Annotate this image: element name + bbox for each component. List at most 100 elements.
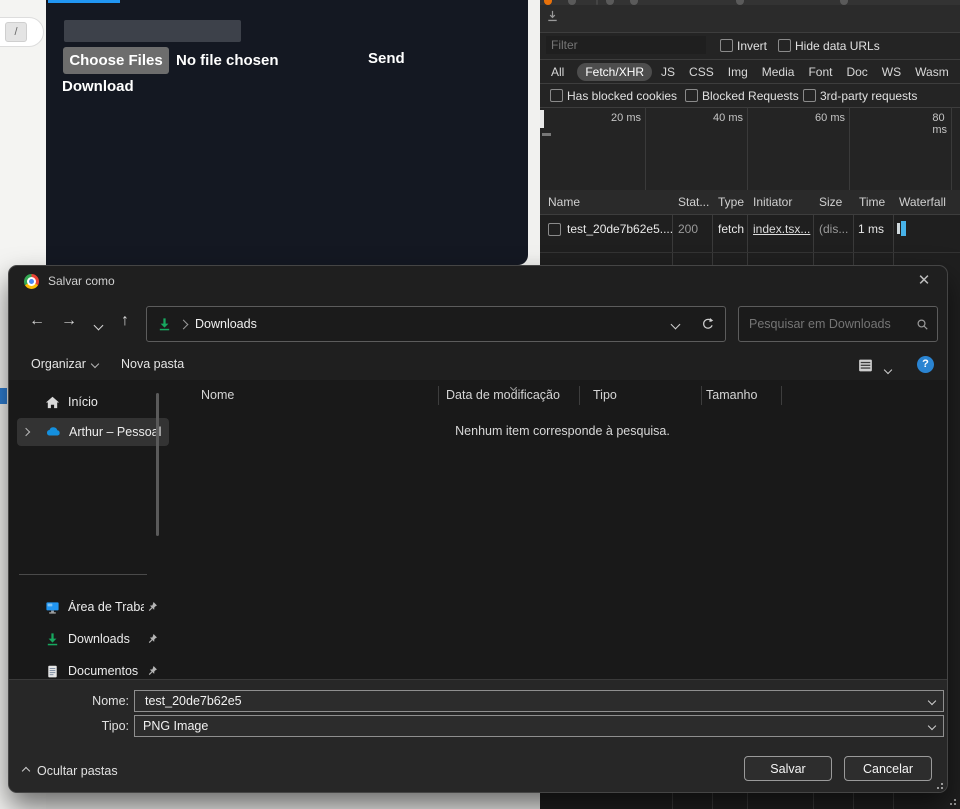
view-details-icon[interactable]: [857, 357, 874, 374]
tab-ws[interactable]: WS: [877, 63, 906, 81]
tab-css[interactable]: CSS: [684, 63, 719, 81]
dialog-title: Salvar como: [48, 274, 115, 288]
name-dropdown-icon[interactable]: [928, 697, 936, 705]
breadcrumb[interactable]: Downloads: [195, 317, 257, 331]
waterfall-wait-bar: [897, 223, 900, 234]
file-name-field[interactable]: [134, 690, 944, 712]
tab-all[interactable]: All: [546, 63, 569, 81]
new-folder-button[interactable]: Nova pasta: [121, 357, 184, 371]
file-type-value: PNG Image: [143, 719, 923, 733]
screen: / Choose Files No file chosen Send Downl…: [0, 0, 960, 809]
recent-locations-icon[interactable]: [95, 316, 102, 334]
send-button[interactable]: Send: [368, 50, 405, 67]
column-tamanho[interactable]: Tamanho: [706, 388, 757, 402]
tab-wasm[interactable]: Wasm: [910, 63, 954, 81]
blocked-requests-checkbox[interactable]: [685, 89, 698, 103]
file-name-input[interactable]: [143, 693, 923, 709]
file-type-select[interactable]: PNG Image: [134, 715, 944, 737]
header-size[interactable]: Size: [819, 195, 842, 209]
request-name[interactable]: test_20de7b62e5....: [567, 222, 673, 236]
sidebar-item-downloads[interactable]: Downloads: [17, 625, 169, 653]
timeline-scroll-thumb[interactable]: [540, 110, 544, 128]
request-type: fetch: [718, 222, 744, 236]
sidebar-divider: [19, 574, 147, 575]
onedrive-cloud-icon: [45, 424, 61, 440]
has-blocked-cookies-label: Has blocked cookies: [567, 89, 677, 103]
network-filter-input[interactable]: [546, 36, 706, 54]
request-checkbox[interactable]: [548, 223, 561, 237]
header-name[interactable]: Name: [548, 195, 580, 209]
timeline-tick-60ms: 60 ms: [815, 112, 849, 124]
back-button[interactable]: ←: [29, 312, 45, 330]
slash-key-badge: /: [5, 22, 27, 42]
type-dropdown-icon[interactable]: [928, 722, 936, 730]
refresh-icon[interactable]: [701, 317, 715, 331]
header-status[interactable]: Stat...: [678, 195, 709, 209]
column-tipo[interactable]: Tipo: [593, 388, 617, 402]
choose-files-button[interactable]: Choose Files: [63, 47, 169, 74]
hide-data-urls-checkbox[interactable]: [778, 39, 791, 53]
sidebar-item-onedrive[interactable]: Arthur – Pessoal: [17, 418, 169, 446]
view-dropdown-icon[interactable]: [885, 362, 891, 376]
column-data-modificacao[interactable]: Data de modificação: [446, 388, 560, 402]
column-divider[interactable]: [701, 386, 702, 405]
address-dropdown-icon[interactable]: [671, 319, 681, 329]
tab-fetch-xhr[interactable]: Fetch/XHR: [577, 63, 652, 81]
page-text-input[interactable]: [64, 20, 241, 42]
timeline-tick-20ms: 20 ms: [611, 112, 645, 124]
organize-menu-button[interactable]: Organizar: [31, 357, 98, 371]
cancel-button[interactable]: Cancelar: [844, 756, 932, 781]
chrome-icon: [24, 274, 39, 289]
header-type[interactable]: Type: [718, 195, 744, 209]
devtools-secondary-toolbar: [540, 5, 960, 33]
request-time: 1 ms: [858, 222, 884, 236]
network-timeline[interactable]: 20 ms 40 ms 60 ms 80 ms: [540, 107, 960, 191]
timeline-tick-80ms: 80 ms: [932, 112, 951, 136]
close-icon[interactable]: ✕: [913, 270, 935, 292]
address-bar[interactable]: Downloads: [146, 306, 726, 342]
tab-img[interactable]: Img: [723, 63, 753, 81]
third-party-checkbox[interactable]: [803, 89, 816, 103]
search-box[interactable]: [738, 306, 938, 342]
column-divider[interactable]: [438, 386, 439, 405]
expand-chevron-icon[interactable]: [22, 428, 30, 436]
column-divider[interactable]: [781, 386, 782, 405]
pin-icon: [147, 633, 158, 644]
dialog-resize-grip[interactable]: [933, 779, 943, 789]
request-row[interactable]: test_20de7b62e5.... 200 fetch index.tsx.…: [540, 214, 960, 253]
invert-checkbox[interactable]: [720, 39, 733, 53]
request-initiator-link[interactable]: index.tsx...: [753, 222, 810, 236]
up-button[interactable]: ↑: [121, 312, 129, 330]
download-link[interactable]: Download: [62, 78, 134, 95]
forward-button[interactable]: →: [61, 312, 77, 330]
dialog-body: Início Arthur – Pessoal Área de Trabalho: [9, 380, 947, 683]
devtools-resize-grip[interactable]: [946, 795, 956, 805]
tab-js[interactable]: JS: [656, 63, 680, 81]
column-nome[interactable]: Nome: [201, 388, 234, 402]
import-har-icon[interactable]: [545, 9, 560, 24]
search-shortcut-pill[interactable]: /: [0, 17, 44, 47]
timeline-gridline: [849, 107, 850, 190]
has-blocked-cookies-checkbox[interactable]: [550, 89, 563, 103]
network-type-filters: All Fetch/XHR JS CSS Img Media Font Doc …: [540, 60, 960, 84]
header-initiator[interactable]: Initiator: [753, 195, 792, 209]
sidebar-item-desktop[interactable]: Área de Trabalho: [17, 593, 169, 621]
downloads-folder-icon: [157, 317, 172, 332]
search-input[interactable]: [747, 316, 916, 332]
empty-results-message: Nenhum item corresponde à pesquisa.: [178, 424, 947, 438]
sidebar-item-home[interactable]: Início: [17, 388, 169, 416]
tab-font[interactable]: Font: [803, 63, 837, 81]
sidebar-scrollbar[interactable]: [156, 393, 159, 536]
hide-folders-button[interactable]: Ocultar pastas: [23, 764, 118, 778]
tab-doc[interactable]: Doc: [841, 63, 872, 81]
pin-icon: [147, 601, 158, 612]
dialog-titlebar[interactable]: Salvar como ✕: [9, 266, 947, 296]
active-tab-indicator: [48, 0, 120, 3]
column-divider[interactable]: [579, 386, 580, 405]
request-size: (dis...: [819, 222, 848, 236]
tab-media[interactable]: Media: [757, 63, 800, 81]
header-time[interactable]: Time: [859, 195, 885, 209]
header-waterfall[interactable]: Waterfall: [899, 195, 946, 209]
save-button[interactable]: Salvar: [744, 756, 832, 781]
help-icon[interactable]: ?: [917, 356, 934, 373]
